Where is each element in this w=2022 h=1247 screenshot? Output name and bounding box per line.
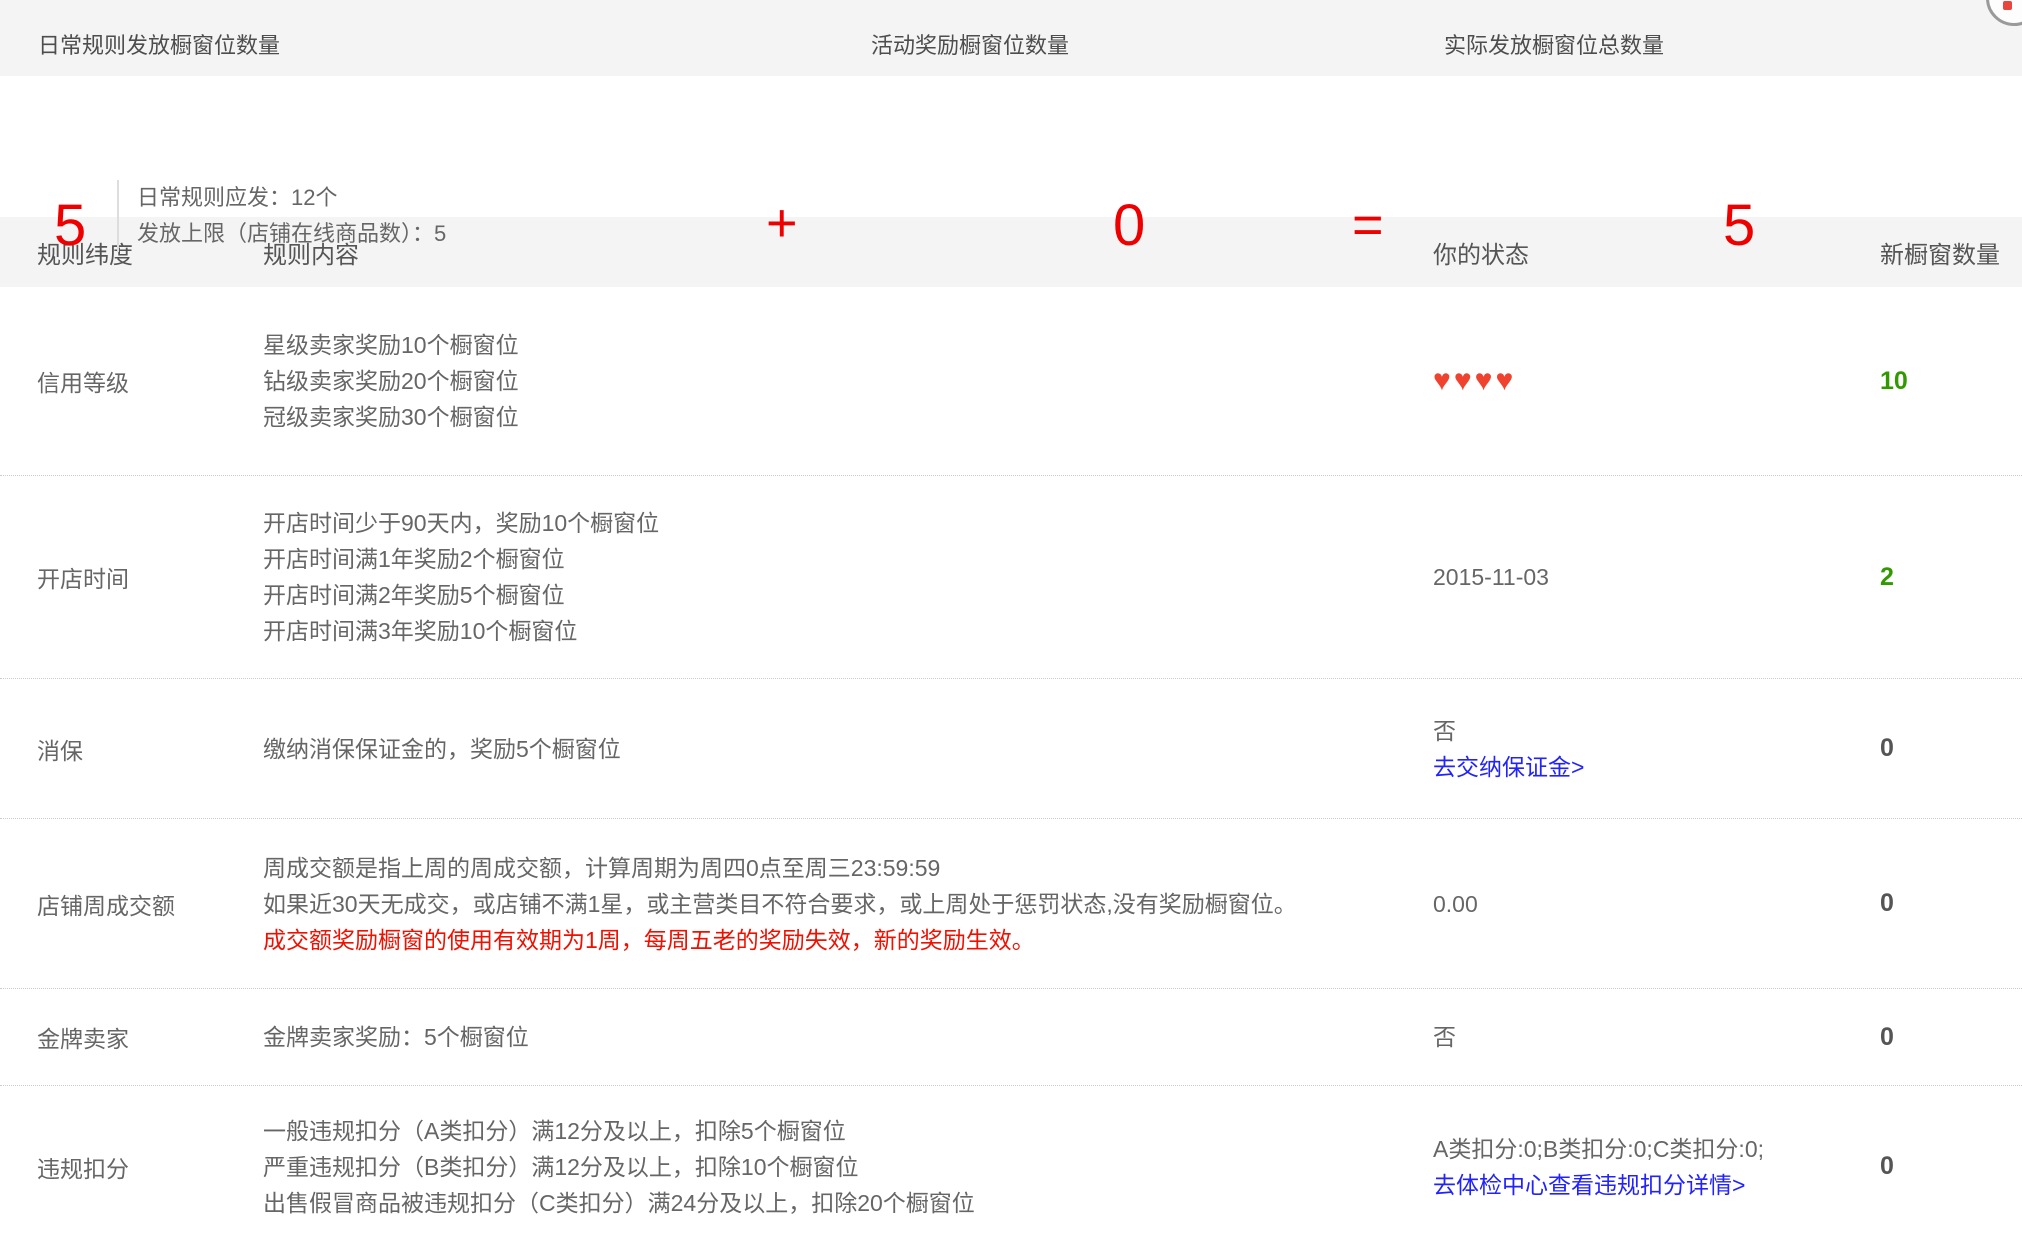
rule-dimension: 金牌卖家 bbox=[0, 1020, 263, 1054]
rule-content: 开店时间少于90天内，奖励10个橱窗位 开店时间满1年奖励2个橱窗位 开店时间满… bbox=[263, 505, 1433, 649]
rule-content-line: 钻级卖家奖励20个橱窗位 bbox=[263, 363, 1433, 399]
daily-rule-due-line: 日常规则应发：12个 bbox=[137, 180, 446, 216]
daily-rule-detail: 日常规则应发：12个 发放上限（店铺在线商品数）：5 bbox=[137, 180, 446, 252]
rule-content-line: 严重违规扣分（B类扣分）满12分及以上，扣除10个橱窗位 bbox=[263, 1149, 1433, 1185]
credit-hearts-icon: ♥♥♥♥ bbox=[1433, 364, 1516, 397]
new-window-count: 2 bbox=[1880, 563, 2022, 592]
daily-rule-cap-line: 发放上限（店铺在线商品数）：5 bbox=[137, 216, 446, 252]
rule-content-line: 开店时间满3年奖励10个橱窗位 bbox=[263, 613, 1433, 649]
pay-deposit-link[interactable]: 去交纳保证金> bbox=[1433, 749, 1584, 785]
daily-rule-count-value: 5 bbox=[54, 197, 86, 255]
summary-header-bar: 日常规则发放橱窗位数量 活动奖励橱窗位数量 实际发放橱窗位总数量 bbox=[0, 0, 2022, 76]
equals-sign: = bbox=[1352, 198, 1384, 252]
rule-content-line: 周成交额是指上周的周成交额，计算周期为周四0点至周三23:59:59 bbox=[263, 850, 1433, 886]
new-window-count: 10 bbox=[1880, 367, 2022, 396]
table-row-weekly-turnover: 店铺周成交额 周成交额是指上周的周成交额，计算周期为周四0点至周三23:59:5… bbox=[0, 818, 2022, 988]
total-count-value: 5 bbox=[1723, 197, 1755, 255]
corner-badge-dot-icon bbox=[2003, 1, 2012, 10]
rule-dimension: 违规扣分 bbox=[0, 1150, 263, 1184]
header-new-window-count: 新橱窗数量 bbox=[1880, 235, 2022, 270]
health-center-detail-link[interactable]: 去体检中心查看违规扣分详情> bbox=[1433, 1167, 1745, 1203]
table-row-credit-level: 信用等级 星级卖家奖励10个橱窗位 钻级卖家奖励20个橱窗位 冠级卖家奖励30个… bbox=[0, 287, 2022, 475]
rule-content-line: 开店时间满2年奖励5个橱窗位 bbox=[263, 577, 1433, 613]
rule-content-line: 开店时间少于90天内，奖励10个橱窗位 bbox=[263, 505, 1433, 541]
status-cell: 2015-11-03 bbox=[1433, 559, 1880, 595]
daily-rule-count-label: 日常规则发放橱窗位数量 bbox=[38, 28, 280, 60]
rule-content: 缴纳消保保证金的，奖励5个橱窗位 bbox=[263, 731, 1433, 767]
violation-points-summary: A类扣分:0;B类扣分:0;C类扣分:0; bbox=[1433, 1131, 1880, 1167]
new-window-count: 0 bbox=[1880, 1152, 2022, 1181]
rule-content-line: 缴纳消保保证金的，奖励5个橱窗位 bbox=[263, 731, 1433, 767]
status-cell: ♥♥♥♥ bbox=[1433, 363, 1880, 400]
status-cell: 否 bbox=[1433, 1019, 1880, 1055]
new-window-count: 0 bbox=[1880, 889, 2022, 918]
status-cell: A类扣分:0;B类扣分:0;C类扣分:0; 去体检中心查看违规扣分详情> bbox=[1433, 1131, 1880, 1203]
rule-dimension: 开店时间 bbox=[0, 560, 263, 594]
rule-content: 一般违规扣分（A类扣分）满12分及以上，扣除5个橱窗位 严重违规扣分（B类扣分）… bbox=[263, 1113, 1433, 1221]
new-window-count: 0 bbox=[1880, 1023, 2022, 1052]
rule-content: 周成交额是指上周的周成交额，计算周期为周四0点至周三23:59:59 如果近30… bbox=[263, 850, 1433, 958]
status-cell: 0.00 bbox=[1433, 886, 1880, 922]
table-row-consumer-protection: 消保 缴纳消保保证金的，奖励5个橱窗位 否 去交纳保证金> 0 bbox=[0, 678, 2022, 818]
status-text: 否 bbox=[1433, 713, 1880, 749]
rule-dimension: 店铺周成交额 bbox=[0, 887, 263, 921]
activity-reward-count-value: 0 bbox=[1113, 197, 1145, 255]
rule-dimension: 信用等级 bbox=[0, 364, 263, 398]
total-count-label: 实际发放橱窗位总数量 bbox=[1444, 28, 1664, 60]
rule-content-warning-line: 成交额奖励橱窗的使用有效期为1周，每周五老的奖励失效，新的奖励生效。 bbox=[263, 922, 1433, 958]
rule-content-line: 出售假冒商品被违规扣分（C类扣分）满24分及以上，扣除20个橱窗位 bbox=[263, 1185, 1433, 1221]
turnover-value: 0.00 bbox=[1433, 891, 1478, 917]
vertical-divider bbox=[117, 180, 119, 252]
rule-content-line: 金牌卖家奖励：5个橱窗位 bbox=[263, 1019, 1433, 1055]
rule-content-line: 一般违规扣分（A类扣分）满12分及以上，扣除5个橱窗位 bbox=[263, 1113, 1433, 1149]
rule-content-line: 冠级卖家奖励30个橱窗位 bbox=[263, 399, 1433, 435]
new-window-count: 0 bbox=[1880, 734, 2022, 763]
header-your-status: 你的状态 bbox=[1433, 235, 1880, 270]
activity-reward-count-label: 活动奖励橱窗位数量 bbox=[871, 28, 1069, 60]
table-row-open-time: 开店时间 开店时间少于90天内，奖励10个橱窗位 开店时间满1年奖励2个橱窗位 … bbox=[0, 475, 2022, 678]
status-cell: 否 去交纳保证金> bbox=[1433, 713, 1880, 785]
table-row-gold-seller: 金牌卖家 金牌卖家奖励：5个橱窗位 否 0 bbox=[0, 988, 2022, 1085]
status-text: 否 bbox=[1433, 1024, 1456, 1050]
rule-content-line: 星级卖家奖励10个橱窗位 bbox=[263, 327, 1433, 363]
open-date-value: 2015-11-03 bbox=[1433, 564, 1549, 590]
rule-dimension: 消保 bbox=[0, 732, 263, 766]
plus-sign: + bbox=[766, 196, 798, 250]
quota-formula-row: 5 日常规则应发：12个 发放上限（店铺在线商品数）：5 + 0 = 5 bbox=[0, 76, 2022, 217]
rule-content-line: 如果近30天无成交，或店铺不满1星，或主营类目不符合要求，或上周处于惩罚状态,没… bbox=[263, 886, 1433, 922]
rule-content: 星级卖家奖励10个橱窗位 钻级卖家奖励20个橱窗位 冠级卖家奖励30个橱窗位 bbox=[263, 327, 1433, 435]
rule-content: 金牌卖家奖励：5个橱窗位 bbox=[263, 1019, 1433, 1055]
rule-content-line: 开店时间满1年奖励2个橱窗位 bbox=[263, 541, 1433, 577]
table-row-violation-points: 违规扣分 一般违规扣分（A类扣分）满12分及以上，扣除5个橱窗位 严重违规扣分（… bbox=[0, 1085, 2022, 1247]
